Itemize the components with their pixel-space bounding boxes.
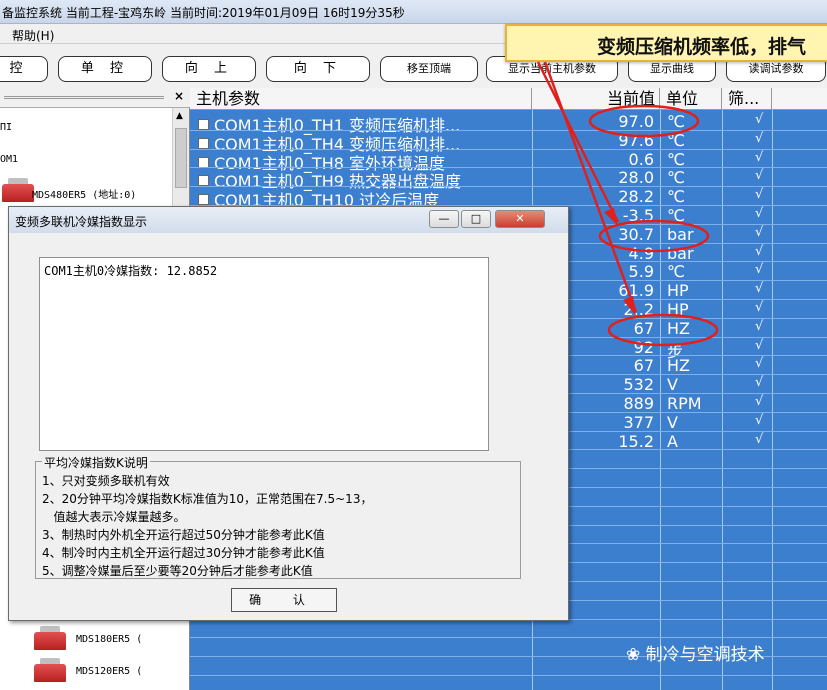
watermark: ❀ 制冷与空调技术 [626, 640, 765, 665]
filter-check[interactable]: √ [755, 168, 763, 183]
pane-grip[interactable] [4, 96, 164, 99]
tree-item-com1[interactable]: OM1 [0, 154, 18, 165]
param-unit: HZ [667, 356, 690, 376]
watermark-text: 制冷与空调技术 [645, 645, 765, 665]
param-unit: ℃ [667, 130, 685, 150]
filter-check[interactable]: √ [755, 206, 763, 221]
close-icon[interactable]: × [174, 89, 184, 103]
maximize-button[interactable]: □ [461, 210, 491, 228]
filter-check[interactable]: √ [755, 394, 763, 409]
param-unit: ℃ [667, 206, 685, 225]
tree-item-root[interactable]: ΠI [0, 122, 12, 133]
param-unit: HP [667, 300, 689, 319]
param-unit: ℃ [667, 112, 685, 131]
col-header-filter[interactable]: 筛... [722, 88, 772, 110]
filter-check[interactable]: √ [755, 225, 763, 240]
explanation-line: 4、制冷时内主机全开运行超过30分钟才能参考此K值 [42, 546, 325, 560]
table-row[interactable]: COM1主机0_TH1 变频压缩机排... 97.0 ℃ √ [190, 112, 827, 135]
param-unit: ℃ [667, 262, 685, 282]
param-unit: ℃ [667, 168, 685, 188]
param-value: 28.2 [618, 187, 654, 207]
control-button[interactable]: 控 [0, 56, 48, 82]
row-checkbox[interactable] [198, 156, 209, 168]
param-unit: HZ [667, 318, 690, 338]
move-down-button[interactable]: 向 下 [266, 56, 370, 82]
filter-check[interactable]: √ [755, 281, 763, 296]
tree-item-mds480[interactable]: MDS480ER5 (地址:0) [32, 186, 136, 201]
confirm-button[interactable]: 确 认 [231, 588, 337, 612]
single-control-button[interactable]: 单 控 [58, 56, 152, 82]
outdoor-unit-icon [0, 176, 36, 206]
close-button[interactable]: ✕ [495, 210, 545, 228]
filter-check[interactable]: √ [755, 375, 763, 390]
filter-check[interactable]: √ [755, 131, 763, 146]
table-row[interactable]: COM1主机0_TH9 热交器出盘温度 28.0 ℃ √ [190, 168, 827, 191]
param-unit: ℃ [667, 187, 685, 207]
param-value: 97.0 [618, 112, 654, 131]
annotation-banner: 变频压缩机频率低，排气 [505, 24, 827, 62]
row-checkbox[interactable] [198, 194, 209, 206]
minimize-button[interactable]: — [429, 210, 459, 228]
refrigerant-index-dialog: 变频多联机冷媒指数显示 — □ ✕ COM1主机0冷媒指数: 12.8852 平… [8, 206, 569, 621]
filter-check[interactable]: √ [755, 112, 763, 127]
move-to-top-button[interactable]: 移至顶端 [380, 56, 478, 82]
filter-check[interactable]: √ [755, 413, 763, 428]
wechat-icon: ❀ [626, 645, 641, 665]
table-row[interactable]: COM1主机0_TH8 室外环境温度 0.6 ℃ √ [190, 149, 827, 173]
window-title: 备监控系统 当前工程-宝鸡东岭 当前时间:2019年01月09日 16时19分3… [2, 6, 405, 20]
outdoor-unit-icon [32, 656, 68, 686]
title-bar: 备监控系统 当前工程-宝鸡东岭 当前时间:2019年01月09日 16时19分3… [0, 0, 827, 24]
filter-check[interactable]: √ [755, 300, 763, 315]
filter-check[interactable]: √ [755, 319, 763, 334]
scroll-up-icon[interactable]: ▲ [176, 111, 183, 121]
filter-check[interactable]: √ [755, 262, 763, 277]
filter-check[interactable]: √ [755, 150, 763, 165]
param-unit: V [667, 375, 678, 395]
filter-check[interactable]: √ [755, 356, 763, 371]
param-unit: RPM [667, 394, 702, 413]
menu-help[interactable]: 帮助(H) [12, 27, 54, 44]
table-row[interactable]: COM1主机0_TH10 过冷后温度 28.2 ℃ √ [190, 187, 827, 210]
param-unit: bar [667, 243, 694, 263]
param-unit: ℃ [667, 149, 685, 169]
param-unit: V [667, 412, 678, 432]
filter-check[interactable]: √ [755, 244, 763, 259]
banner-text: 变频压缩机频率低，排气 [597, 36, 807, 58]
param-value: 28.0 [618, 168, 654, 188]
tree-item-mds120[interactable]: MDS120ER5 ( [76, 666, 142, 677]
col-header-value[interactable]: 当前值 [532, 88, 660, 110]
param-unit: A [667, 431, 678, 451]
param-value: 97.6 [618, 130, 654, 150]
k-explanation-group: 平均冷媒指数K说明 1、只对变频多联机有效 2、20分钟平均冷媒指数K标准值为1… [35, 454, 521, 579]
row-checkbox[interactable] [198, 137, 209, 149]
table-header: 主机参数 当前值 单位 筛... [190, 88, 827, 110]
explanation-line: 值越大表示冷媒量越多。 [42, 510, 186, 524]
col-header-name[interactable]: 主机参数 [190, 88, 532, 110]
explanation-line: 2、20分钟平均冷媒指数K标准值为10，正常范围在7.5~13， [42, 492, 373, 506]
row-checkbox[interactable] [198, 175, 209, 187]
explanation-line: 1、只对变频多联机有效 [42, 474, 170, 488]
tree-pane-header: × [0, 88, 190, 108]
group-title: 平均冷媒指数K说明 [42, 454, 150, 471]
param-unit: bar [667, 224, 694, 244]
refrigerant-index-output[interactable]: COM1主机0冷媒指数: 12.8852 [39, 257, 489, 451]
filter-check[interactable]: √ [755, 432, 763, 447]
param-value: 0.6 [628, 149, 654, 169]
filter-check[interactable]: √ [755, 187, 763, 202]
tree-item-mds180[interactable]: MDS180ER5 ( [76, 634, 142, 645]
row-checkbox[interactable] [198, 119, 209, 130]
refrigerant-index-text: COM1主机0冷媒指数: 12.8852 [44, 264, 218, 278]
filter-check[interactable]: √ [755, 338, 763, 353]
dialog-title: 变频多联机冷媒指数显示 [15, 215, 148, 229]
scroll-thumb[interactable] [175, 128, 187, 188]
explanation-line: 3、制热时内外机全开运行超过50分钟才能参考此K值 [42, 528, 325, 542]
table-row[interactable]: COM1主机0_TH4 变频压缩机排... 97.6 ℃ √ [190, 130, 827, 154]
param-unit: HP [667, 281, 689, 301]
col-header-unit[interactable]: 单位 [660, 88, 722, 110]
dialog-title-bar[interactable]: 变频多联机冷媒指数显示 — □ ✕ [9, 207, 568, 233]
move-up-button[interactable]: 向 上 [162, 56, 256, 82]
outdoor-unit-icon [32, 624, 68, 654]
explanation-line: 5、调整冷媒量后至少要等20分钟后才能参考此K值 [42, 564, 313, 578]
